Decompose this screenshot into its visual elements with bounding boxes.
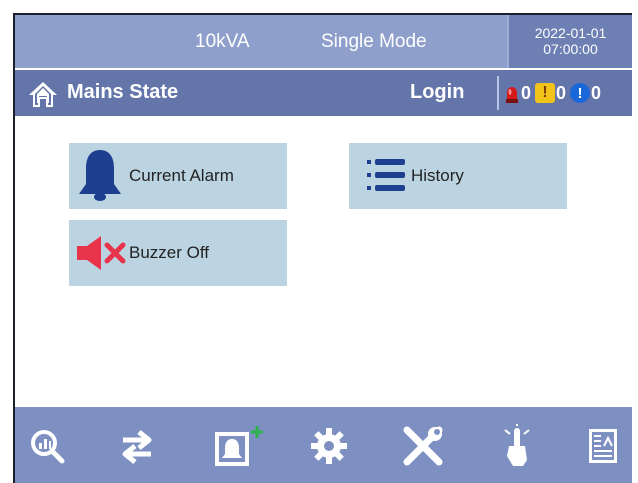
- login-button[interactable]: Login: [410, 81, 464, 104]
- frame-right: [632, 0, 638, 483]
- current-alarm-label: Current Alarm: [129, 166, 234, 185]
- info-glyph: !: [577, 84, 583, 102]
- system-state-label: Mains State: [67, 81, 179, 103]
- operating-mode: Single Mode: [321, 31, 427, 52]
- red-beacon-icon: [506, 87, 518, 103]
- display-panel: 10kVA Single Mode 2022-01-01 07:00:00 Ma…: [13, 13, 632, 483]
- separator: [497, 76, 499, 110]
- touch-hand-icon[interactable]: [497, 424, 537, 468]
- alarm-add-icon[interactable]: [211, 424, 265, 468]
- model-rating: 10kVA: [195, 31, 250, 52]
- buzzer-off-label: Buzzer Off: [129, 243, 209, 262]
- date: 2022-01-01: [534, 25, 607, 41]
- warning-glyph: !: [542, 84, 548, 101]
- history-label: History: [411, 166, 464, 185]
- bottom-nav-bar: [15, 407, 632, 483]
- buzzer-off-button[interactable]: Buzzer Off: [69, 220, 287, 286]
- history-button[interactable]: History: [349, 143, 567, 209]
- screen: 10kVA Single Mode 2022-01-01 07:00:00 Ma…: [0, 0, 638, 483]
- time: 07:00:00: [543, 41, 598, 57]
- monitor-icon[interactable]: [25, 424, 69, 468]
- top-status-bar: 10kVA Single Mode 2022-01-01 07:00:00: [15, 15, 632, 68]
- home-icon[interactable]: [28, 80, 58, 108]
- report-icon[interactable]: [583, 424, 623, 468]
- tools-icon[interactable]: [399, 424, 447, 468]
- bell-icon: [79, 150, 121, 201]
- critical-alarm-count: 0: [521, 82, 532, 103]
- state-bar: Mains State Login 0 ! 0 ! 0: [15, 70, 632, 116]
- info-count: 0: [591, 82, 602, 103]
- current-alarm-button[interactable]: Current Alarm: [69, 143, 287, 209]
- speaker-mute-icon: [77, 236, 126, 270]
- frame-left: [0, 0, 13, 483]
- info-icon: !: [570, 83, 591, 103]
- transfer-icon[interactable]: [115, 424, 159, 468]
- warning-count: 0: [556, 82, 567, 103]
- list-icon: [367, 159, 405, 191]
- alarm-summary[interactable]: 0 ! 0 ! 0: [504, 80, 604, 106]
- settings-gear-icon[interactable]: [307, 424, 351, 468]
- date-time: 2022-01-01 07:00:00: [507, 15, 632, 68]
- warning-icon: !: [535, 83, 556, 103]
